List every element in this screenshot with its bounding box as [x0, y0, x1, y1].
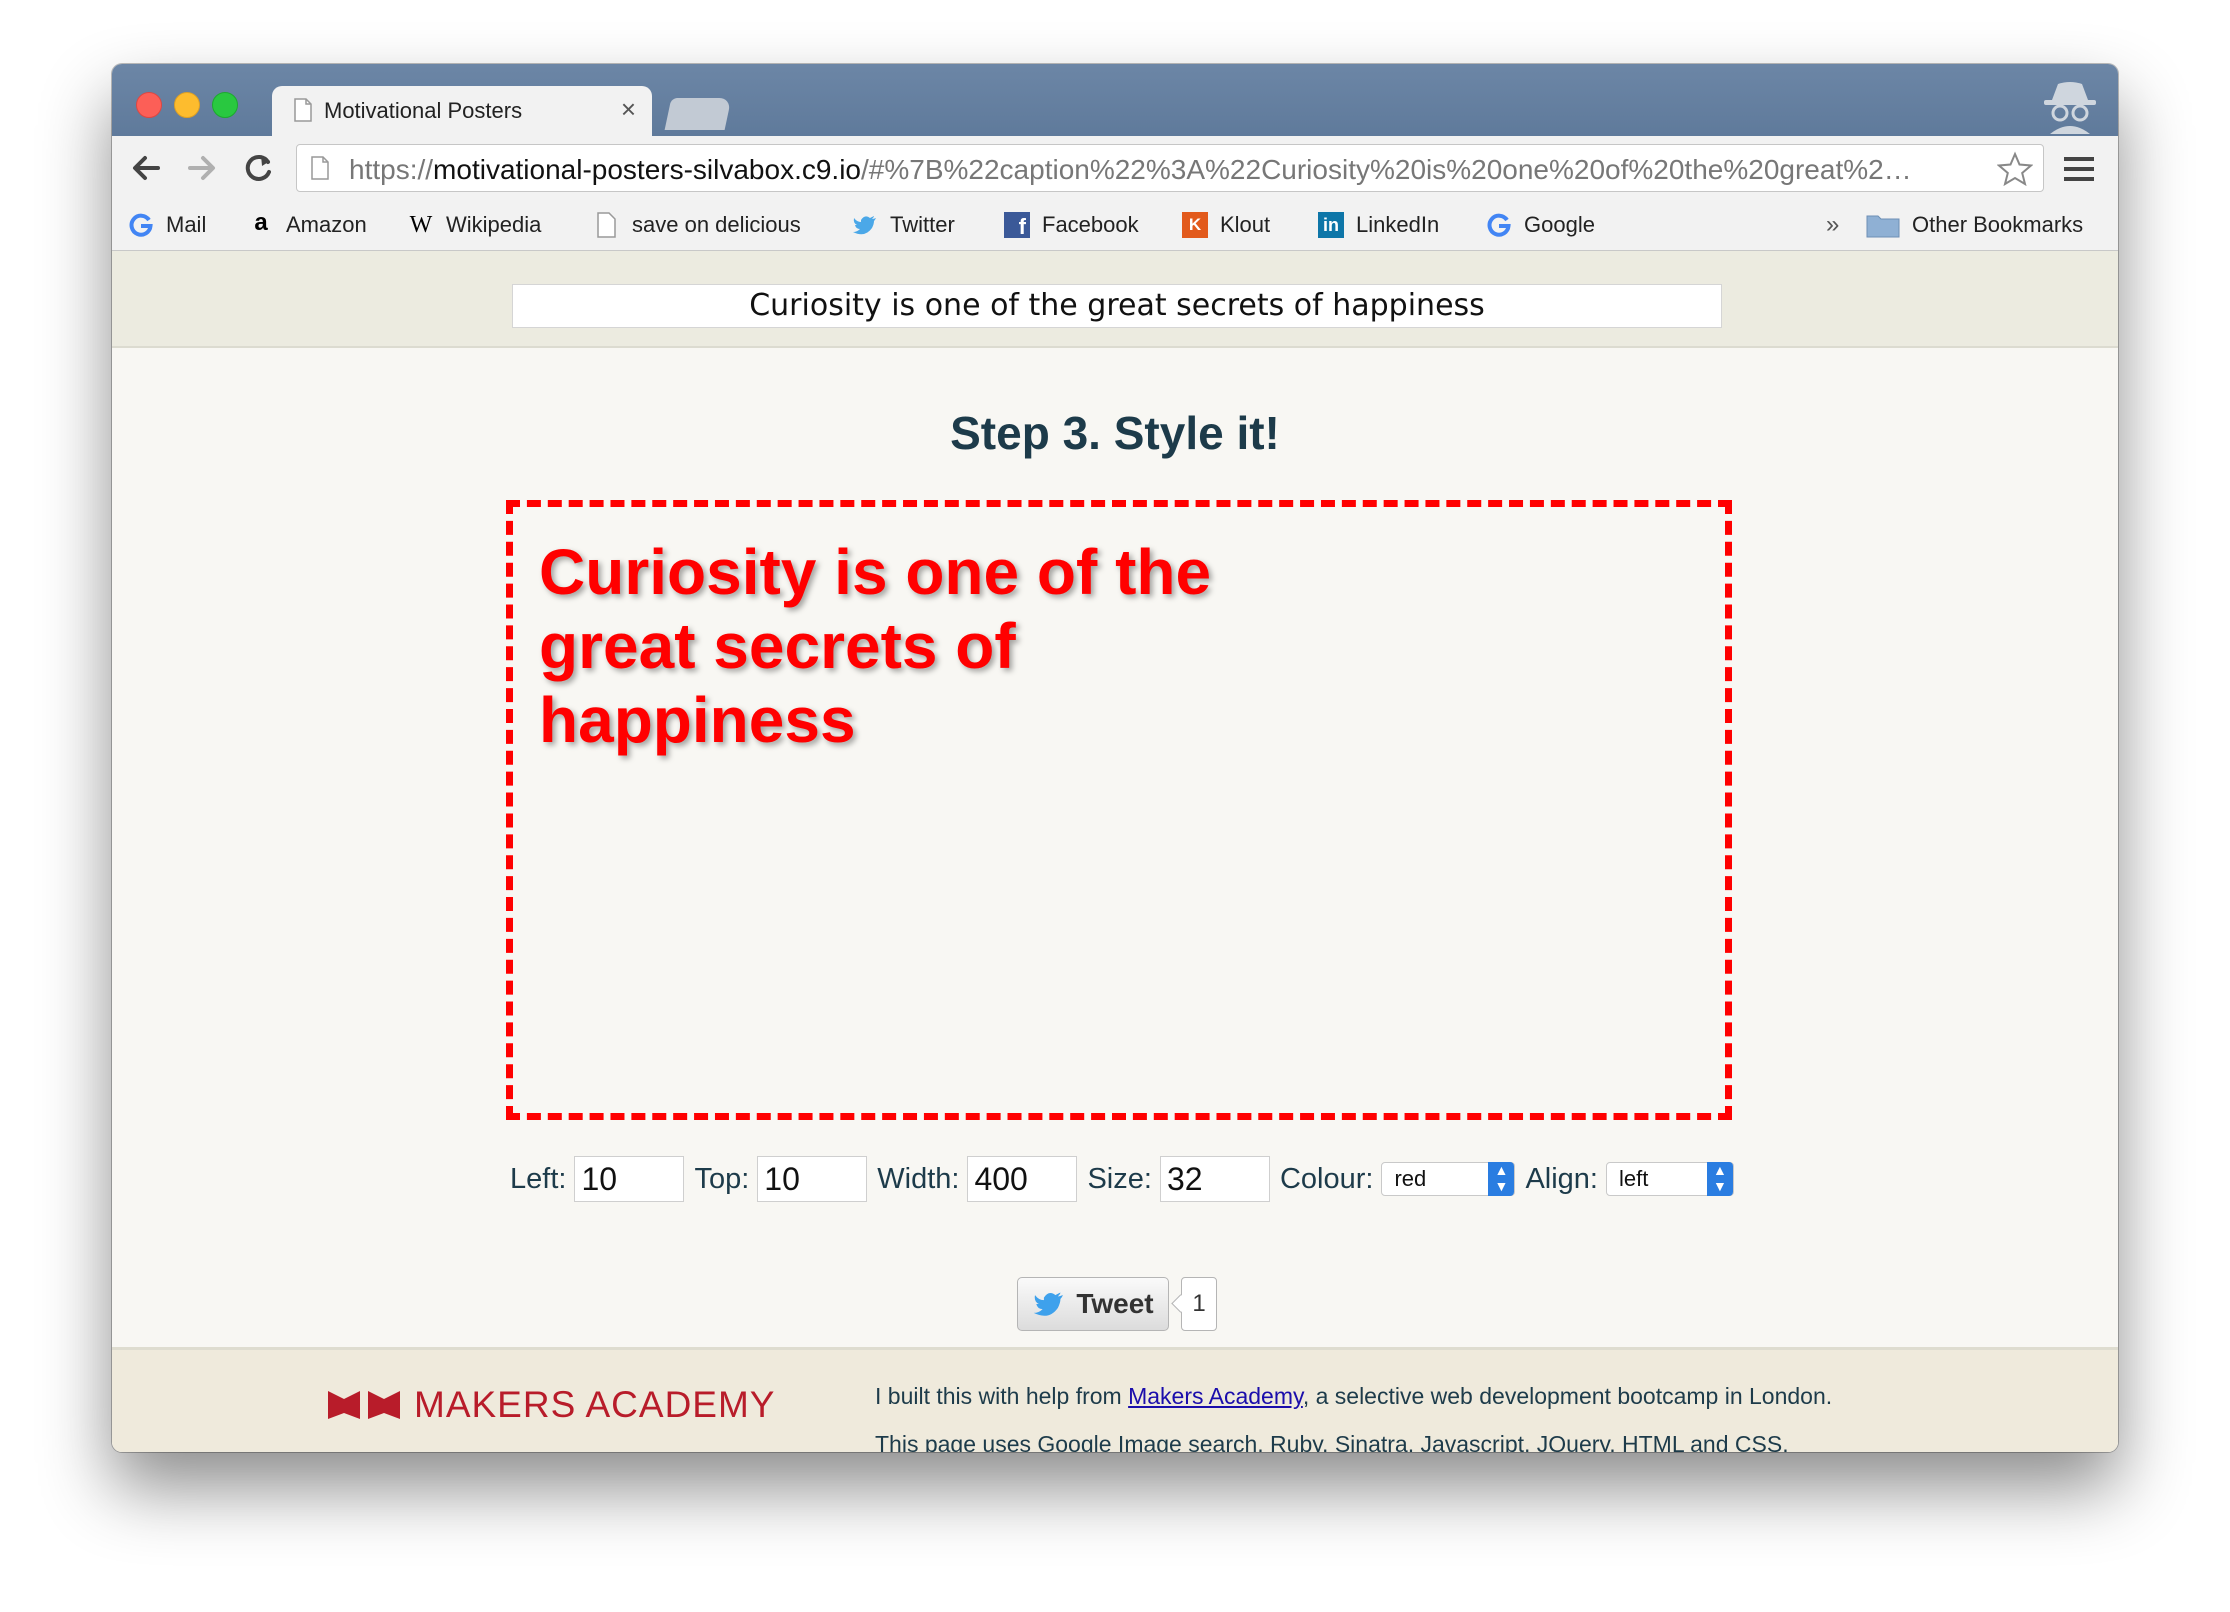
linkedin-icon: in: [1318, 212, 1344, 238]
zoom-window-button[interactable]: [212, 92, 238, 118]
bookmark-klout[interactable]: K Klout: [1182, 211, 1270, 239]
bookmarks-bar: Mail a Amazon W Wikipedia save on delici…: [112, 200, 2118, 251]
other-bookmarks[interactable]: Other Bookmarks: [1866, 211, 2083, 239]
browser-window: Motivational Posters × https://motivatio…: [112, 64, 2118, 1452]
colour-label: Colour:: [1279, 1162, 1374, 1195]
klout-icon: K: [1182, 212, 1208, 238]
size-input[interactable]: 32: [1159, 1156, 1270, 1202]
footer-tech-line: This page uses Google Image search, Ruby…: [875, 1431, 1789, 1452]
left-input[interactable]: 10: [574, 1156, 685, 1202]
back-arrow-icon[interactable]: [128, 150, 164, 186]
bookmark-facebook[interactable]: f Facebook: [1004, 211, 1139, 239]
facebook-icon: f: [1004, 212, 1030, 239]
bookmark-twitter[interactable]: Twitter: [852, 211, 955, 239]
amazon-icon: a: [254, 209, 268, 236]
twitter-bird-icon: [1034, 1292, 1064, 1316]
footer: MAKERS ACADEMY I built this with help fr…: [112, 1347, 2118, 1452]
bookmark-save-on-delicious[interactable]: save on delicious: [594, 211, 801, 239]
colour-select[interactable]: red ▲ ▼: [1381, 1162, 1516, 1196]
align-select[interactable]: left ▲ ▼: [1605, 1162, 1734, 1196]
footer-credit-line: I built this with help from Makers Acade…: [875, 1383, 1833, 1409]
bookmark-wikipedia[interactable]: W Wikipedia: [408, 211, 542, 239]
left-label: Left:: [510, 1162, 567, 1195]
tweet-label: Tweet: [1076, 1288, 1154, 1319]
makers-book-icon: [328, 1391, 400, 1419]
bookmark-mail[interactable]: Mail: [128, 211, 206, 239]
new-tab-button[interactable]: [664, 98, 732, 130]
browser-tab[interactable]: Motivational Posters ×: [272, 86, 652, 136]
browser-toolbar: https://motivational-posters-silvabox.c9…: [112, 136, 2118, 200]
size-label: Size:: [1087, 1162, 1152, 1195]
close-window-button[interactable]: [136, 92, 162, 118]
width-label: Width:: [877, 1162, 960, 1195]
tab-close-icon[interactable]: ×: [621, 94, 636, 125]
poster-preview: Curiosity is one of the great secrets of…: [506, 500, 1732, 1120]
page-icon: [597, 212, 616, 238]
page-content: Curiosity is one of the great secrets of…: [112, 251, 2118, 1452]
address-bar[interactable]: https://motivational-posters-silvabox.c9…: [296, 144, 2044, 192]
top-input[interactable]: 10: [757, 1156, 868, 1202]
url-text: https://motivational-posters-silvabox.c9…: [349, 154, 1912, 185]
poster-caption-text[interactable]: Curiosity is one of the great secrets of…: [539, 535, 1259, 757]
google-icon: [1487, 213, 1511, 237]
title-bar: Motivational Posters ×: [112, 64, 2118, 136]
bookmark-amazon[interactable]: a Amazon: [248, 209, 366, 239]
wikipedia-icon: W: [409, 212, 433, 238]
style-controls: Left: 10 Top: 10 Width: 400 Size: 32 Col…: [510, 1156, 1734, 1202]
google-icon: [129, 213, 153, 237]
makers-academy-link[interactable]: Makers Academy: [1128, 1383, 1303, 1409]
select-stepper-icon: ▲ ▼: [1706, 1162, 1733, 1196]
caption-input[interactable]: Curiosity is one of the great secrets of…: [512, 284, 1722, 328]
bookmark-google[interactable]: Google: [1486, 211, 1595, 239]
minimize-window-button[interactable]: [174, 92, 200, 118]
incognito-icon: [2044, 82, 2096, 134]
bookmark-star-icon[interactable]: [1997, 151, 2033, 187]
bookmarks-overflow-chevron[interactable]: »: [1826, 211, 1839, 239]
bookmark-linkedin[interactable]: in LinkedIn: [1318, 211, 1439, 239]
caption-bar: Curiosity is one of the great secrets of…: [112, 251, 2118, 348]
tweet-count: 1: [1181, 1277, 1217, 1331]
width-input[interactable]: 400: [967, 1156, 1078, 1202]
makers-academy-logo[interactable]: MAKERS ACADEMY: [328, 1384, 775, 1426]
align-label: Align:: [1525, 1162, 1598, 1195]
folder-icon: [1866, 215, 1900, 238]
menu-icon[interactable]: [2064, 156, 2094, 182]
tweet-button[interactable]: Tweet: [1017, 1277, 1169, 1331]
step-title: Step 3. Style it!: [950, 407, 1280, 459]
page-icon: [294, 98, 312, 122]
twitter-icon: [853, 216, 876, 235]
tab-title: Motivational Posters: [324, 98, 523, 123]
forward-arrow-icon[interactable]: [184, 150, 220, 186]
page-icon: [311, 156, 329, 180]
top-label: Top:: [694, 1162, 750, 1195]
reload-icon[interactable]: [240, 150, 276, 186]
select-stepper-icon: ▲ ▼: [1488, 1162, 1515, 1196]
